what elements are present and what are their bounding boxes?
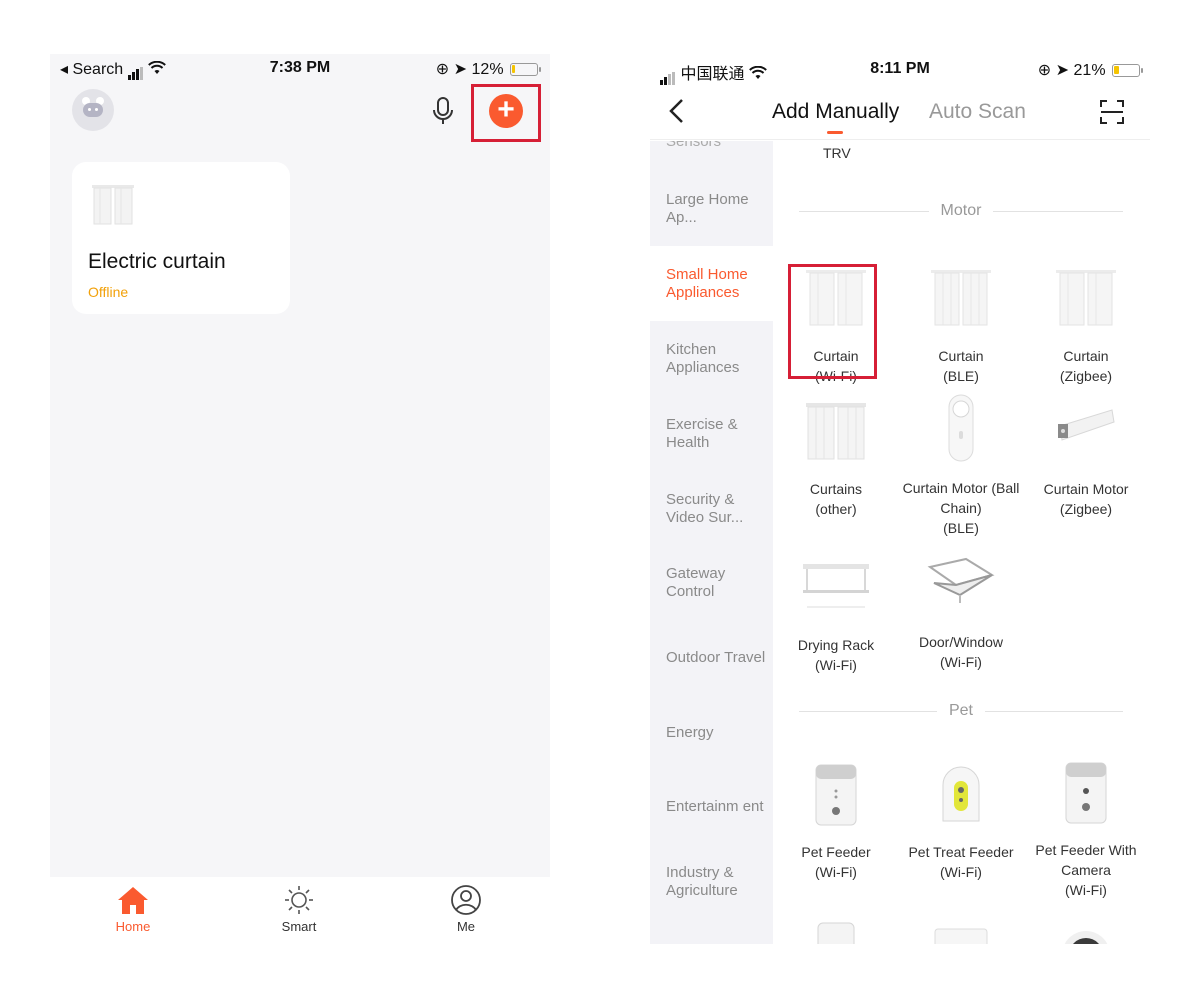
sidebar-item-large-home[interactable]: Large Home Ap... [650,171,773,246]
device-icon [934,928,988,944]
microphone-icon[interactable] [430,96,456,126]
product-pet-feeder-camera[interactable]: Pet Feeder With Camera (Wi-Fi) [1023,761,1149,900]
product-grid: TRV Motor Curtain (Wi-Fi) Curtain (BLE) … [773,141,1150,944]
highlight-box [788,264,877,379]
user-icon [451,885,481,915]
product-door-window[interactable]: Door/Window (Wi-Fi) [898,553,1024,672]
device-status: Offline [88,284,129,300]
home-icon [118,887,148,914]
tab-smart[interactable]: Smart [259,885,339,934]
product-partial[interactable] [898,927,1024,944]
tab-auto-scan[interactable]: Auto Scan [929,100,1026,124]
curtain-icon [92,185,134,225]
product-drying-rack[interactable]: Drying Rack (Wi-Fi) [773,556,899,675]
drying-rack-icon [803,564,869,608]
pet-feeder-camera-icon [1065,762,1107,824]
status-right: ⊕ ➤ 21% [1037,60,1143,80]
pet-treat-feeder-icon [942,766,980,822]
product-trv[interactable]: TRV [823,145,851,161]
sidebar-item-industry[interactable]: Industry & Agriculture [650,844,773,919]
category-sidebar: Sensors Large Home Ap... Small Home Appl… [650,141,773,944]
sidebar-item-kitchen[interactable]: Kitchen Appliances [650,321,773,396]
camera-icon [1064,931,1108,944]
curtain-icon [931,270,991,326]
product-curtain-zigbee[interactable]: Curtain (Zigbee) [1023,267,1149,386]
sidebar-item-entertainment[interactable]: Entertainm ent [650,769,773,844]
status-bar: ◂ Search 7:38 PM ⊕ ➤ 12% [50,54,550,82]
product-curtains-other[interactable]: Curtains (other) [773,400,899,519]
section-motor: Motor [799,201,1123,221]
section-pet: Pet [799,701,1123,721]
battery-percent: 12% [471,61,504,78]
window-icon [927,557,995,603]
curtain-motor-icon [948,394,974,462]
product-pet-treat-feeder[interactable]: Pet Treat Feeder (Wi-Fi) [898,763,1024,882]
rotation-lock-icon: ⊕ [1037,62,1052,79]
tab-home[interactable]: Home [93,885,173,934]
product-partial[interactable] [1023,923,1149,944]
product-partial[interactable] [773,921,899,944]
sidebar-item-gateway[interactable]: Gateway Control [650,545,773,620]
battery-icon [510,63,541,76]
sidebar-item-exercise[interactable]: Exercise & Health [650,396,773,471]
status-right: ⊕ ➤ 12% [435,59,541,79]
sidebar-item-small-home[interactable]: Small Home Appliances [650,246,773,321]
pet-feeder-icon [815,764,857,826]
device-card[interactable]: Electric curtain Offline [72,162,290,314]
rotation-lock-icon: ⊕ [435,61,450,78]
sidebar-item-energy[interactable]: Energy [650,695,773,770]
location-icon: ➤ [453,61,468,78]
sidebar-item-security[interactable]: Security & Video Sur... [650,471,773,546]
nav-bar: Add Manually Auto Scan [650,84,1150,140]
home-screen: ◂ Search 7:38 PM ⊕ ➤ 12% + Electric curt… [50,54,550,944]
avatar[interactable] [72,89,114,131]
sun-icon [285,886,313,914]
device-name: Electric curtain [88,250,226,273]
device-icon [817,922,855,944]
active-tab-indicator [827,131,843,134]
product-curtain-motor-zigbee[interactable]: Curtain Motor (Zigbee) [1023,400,1149,519]
back-chevron-icon[interactable] [668,98,686,124]
product-curtain-ble[interactable]: Curtain (BLE) [898,267,1024,386]
status-bar: 中国联通 8:11 PM ⊕ ➤ 21% [650,54,1150,85]
product-curtain-motor-ball-chain[interactable]: Curtain Motor (Ball Chain) (BLE) [898,393,1024,538]
curtain-motor-icon [1058,409,1115,441]
battery-percent: 21% [1073,62,1106,79]
tab-me[interactable]: Me [426,885,506,934]
tab-add-manually[interactable]: Add Manually [772,100,899,124]
curtain-icon [1056,270,1116,326]
battery-icon [1112,64,1143,77]
tab-bar: Home Smart Me [50,877,550,944]
scan-icon[interactable] [1099,99,1125,125]
location-icon: ➤ [1055,62,1070,79]
curtain-icon [806,403,866,460]
sidebar-item-sensors[interactable]: Sensors [666,141,721,150]
sidebar-item-outdoor[interactable]: Outdoor Travel [650,620,773,695]
highlight-box [471,84,541,142]
product-pet-feeder[interactable]: Pet Feeder (Wi-Fi) [773,763,899,882]
add-device-screen: 中国联通 8:11 PM ⊕ ➤ 21% Add Manually Auto S… [650,54,1150,944]
